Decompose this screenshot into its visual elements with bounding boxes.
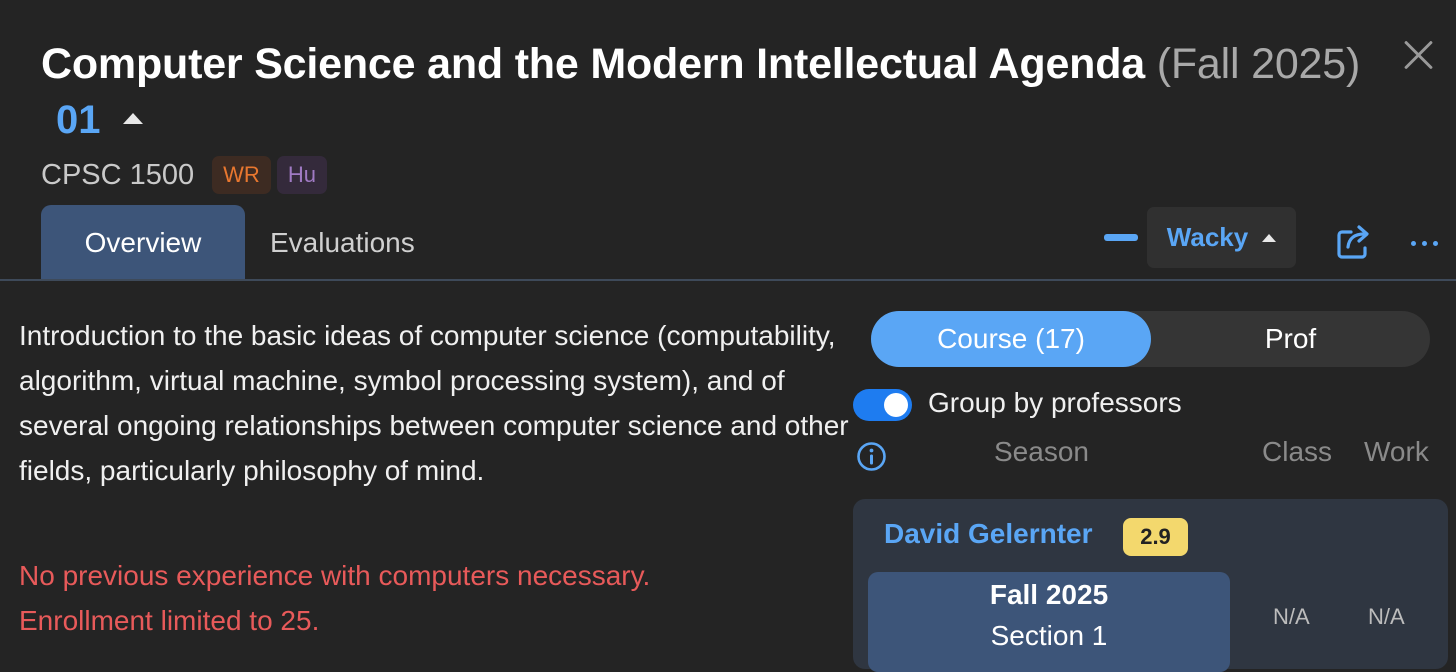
offering-season: Fall 2025 <box>989 579 1109 610</box>
close-button[interactable] <box>1398 34 1440 76</box>
tab-overview[interactable]: Overview <box>41 205 245 280</box>
minus-icon[interactable] <box>1104 234 1138 241</box>
professor-rating-badge: 2.9 <box>1123 518 1188 556</box>
course-description: Introduction to the basic ideas of compu… <box>19 320 849 486</box>
segment-course[interactable]: Course (17) <box>871 311 1151 367</box>
section-number: 01 <box>56 98 101 142</box>
evaluation-segmented-control: Course (17) Prof <box>871 311 1430 367</box>
share-icon[interactable] <box>1334 222 1374 262</box>
offering-term-button[interactable]: Fall 2025 Section 1 <box>868 572 1230 672</box>
column-header-class[interactable]: Class <box>1262 436 1332 468</box>
course-title-text: Computer Science and the Modern Intellec… <box>41 40 1145 88</box>
course-meta: CPSC 1500 WR Hu <box>41 156 327 194</box>
mode-label: Wacky <box>1166 222 1249 252</box>
more-icon[interactable] <box>1404 228 1444 258</box>
column-header-season[interactable]: Season <box>994 436 1089 468</box>
chevron-up-icon <box>122 113 143 124</box>
offering-class-rating: N/A <box>1273 604 1310 629</box>
area-badge-hu[interactable]: Hu <box>276 156 327 194</box>
offering-work-rating: N/A <box>1368 604 1405 629</box>
requirement-line: No previous experience with computers ne… <box>19 560 651 591</box>
section-selector[interactable]: 01 <box>56 98 143 143</box>
group-by-professors-toggle[interactable] <box>853 389 912 421</box>
course-term: (Fall 2025) <box>1156 40 1361 88</box>
professor-name[interactable]: David Gelernter <box>884 518 1093 550</box>
mode-dropdown[interactable]: Wacky <box>1147 207 1296 268</box>
tab-evaluations[interactable]: Evaluations <box>270 205 415 280</box>
column-header-work[interactable]: Work <box>1364 436 1429 468</box>
group-by-professors-label: Group by professors <box>928 387 1182 418</box>
info-icon[interactable] <box>856 441 887 472</box>
course-requirements: No previous experience with computers ne… <box>19 553 849 643</box>
course-title: Computer Science and the Modern Intellec… <box>41 40 1360 89</box>
segment-prof[interactable]: Prof <box>1151 311 1430 367</box>
offering-section: Section 1 <box>990 620 1108 651</box>
skill-badge-wr[interactable]: WR <box>212 156 271 194</box>
tab-divider <box>0 279 1456 281</box>
chevron-up-icon <box>1262 233 1277 242</box>
toggle-knob <box>884 393 908 417</box>
course-code: CPSC 1500 <box>41 158 195 191</box>
requirement-line: Enrollment limited to 25. <box>19 605 320 636</box>
